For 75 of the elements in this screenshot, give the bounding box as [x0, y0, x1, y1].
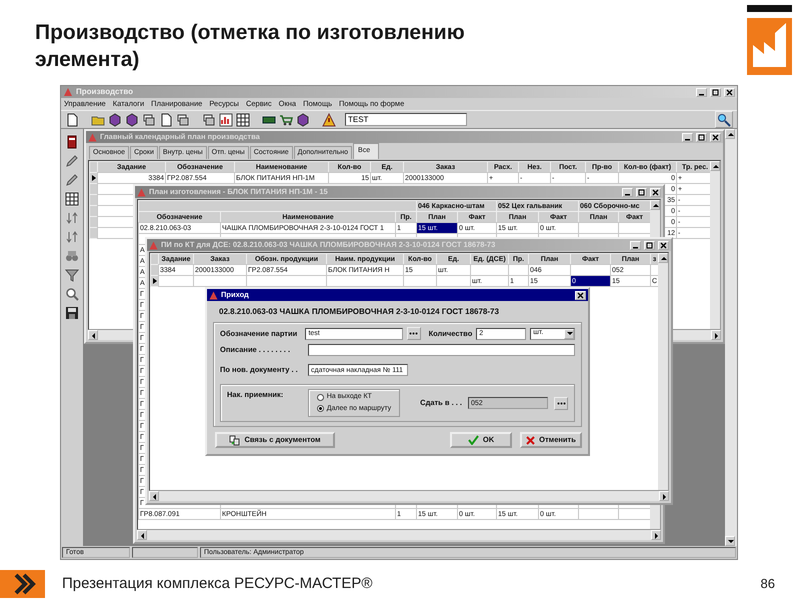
item-heading: 02.8.210.063-03 ЧАШКА ПЛОМБИРОВОЧНАЯ 2-3-10-0124 ГОСТ 18678-73 [219, 306, 500, 318]
scroll-up-button[interactable] [650, 200, 660, 210]
caret-down-icon [726, 538, 734, 544]
search-button[interactable] [715, 111, 733, 128]
minimize-button[interactable] [622, 188, 633, 196]
page-icon[interactable] [65, 112, 79, 126]
binoculars-icon[interactable] [65, 249, 79, 263]
minimize-button[interactable] [696, 88, 707, 96]
check-icon [468, 435, 479, 445]
slide-title: Производство (отметка по изготовлению элемента) [35, 20, 466, 73]
maximize-button[interactable] [636, 188, 647, 196]
vertical-scrollbar[interactable] [725, 129, 737, 546]
close-icon [577, 292, 584, 298]
close-button[interactable] [710, 132, 721, 142]
chevron-icon [0, 570, 45, 598]
browse-button[interactable] [406, 327, 421, 340]
grid-icon[interactable] [65, 192, 79, 206]
app-title: Производство [76, 86, 134, 98]
sort-icon[interactable] [65, 230, 79, 244]
close-button[interactable] [724, 88, 735, 96]
app-icon [209, 290, 218, 300]
app-icon [63, 87, 73, 97]
book-icon[interactable] [65, 135, 79, 149]
cart-icon[interactable] [279, 112, 293, 126]
input-field[interactable] [308, 344, 575, 356]
sort-icon[interactable] [65, 211, 79, 225]
maximize-icon [638, 188, 645, 196]
vertical-scrollbar[interactable] [658, 253, 668, 490]
footer-text: Презентация комплекса РЕСУРС-МАСТЕР® [62, 574, 372, 594]
dots-icon [409, 332, 418, 335]
stack-icon[interactable] [202, 112, 216, 126]
warning-icon[interactable] [322, 112, 336, 126]
chart-icon[interactable] [219, 112, 233, 126]
minimize-button[interactable] [630, 240, 641, 250]
caret-up-icon [712, 162, 718, 170]
filter-icon[interactable] [65, 268, 79, 282]
restore-icon [712, 88, 719, 96]
app-icon [137, 188, 146, 196]
maximize-icon [646, 242, 653, 248]
linked-pages-icon [229, 434, 240, 446]
stack-icon[interactable] [176, 112, 190, 126]
close-button[interactable] [658, 240, 669, 250]
grid-icon[interactable] [236, 112, 250, 126]
caret-up-icon [652, 202, 658, 208]
stack-icon[interactable] [142, 112, 156, 126]
close-button[interactable] [650, 188, 661, 196]
status-panel [132, 547, 198, 558]
dots-icon [556, 402, 566, 404]
floppy-icon[interactable] [65, 306, 79, 320]
caret-up-icon [660, 254, 666, 262]
zoom-icon[interactable] [65, 287, 79, 301]
browse-button[interactable] [554, 396, 568, 410]
page-number: 86 [760, 575, 775, 594]
close-icon [712, 134, 719, 140]
maximize-button[interactable] [644, 240, 655, 250]
maximize-icon [698, 134, 705, 140]
logo [747, 5, 792, 75]
pencil-icon[interactable] [65, 154, 79, 168]
maximize-button[interactable] [696, 132, 707, 142]
close-icon [660, 242, 667, 248]
close-button[interactable] [575, 290, 586, 300]
restore-button[interactable] [710, 88, 721, 96]
close-icon [726, 88, 733, 96]
page-icon[interactable] [159, 112, 173, 126]
close-icon [652, 188, 659, 196]
minimize-button[interactable] [682, 132, 693, 142]
row-pointer-icon [153, 278, 157, 284]
search-field[interactable]: TEST [345, 113, 467, 126]
cross-icon [526, 436, 536, 444]
caret-up-icon [726, 130, 734, 138]
horizontal-scrollbar[interactable] [149, 491, 669, 501]
horizontal-scrollbar[interactable] [137, 530, 661, 540]
pencil-icon[interactable] [65, 173, 79, 187]
app-icon [88, 132, 97, 142]
vertical-scrollbar[interactable] [710, 161, 720, 329]
